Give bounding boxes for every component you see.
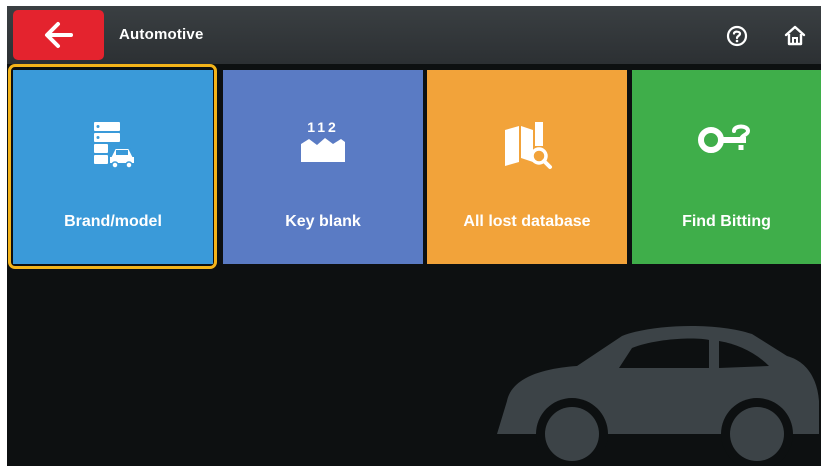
all-lost-database-tile[interactable]: All lost database [427,70,627,264]
tile-label: Key blank [285,213,361,230]
tile-label: Find Bitting [682,213,771,230]
help-circle-icon[interactable] [726,25,748,47]
key-question-icon [697,124,750,153]
app-screen: Automotive Brand/model 112 Key blank All… [7,6,821,466]
find-bitting-tile[interactable]: Find Bitting [632,70,821,264]
book-search-icon [505,122,552,169]
car-watermark-icon [497,325,819,466]
header-bar: Automotive [7,6,821,64]
tile-label: All lost database [463,213,591,230]
database-car-icon [94,122,136,169]
back-button[interactable] [13,10,104,60]
home-icon[interactable] [783,24,807,48]
key-blank-number: 112 [307,119,339,135]
brand-model-tile[interactable]: Brand/model [13,70,213,264]
page-title: Automotive [119,26,204,43]
tile-label: Brand/model [64,213,162,230]
key-blank-tile[interactable]: 112 Key blank [223,70,423,264]
key-blank-112-icon: 112 [301,119,345,162]
arrow-left-icon [45,22,73,48]
